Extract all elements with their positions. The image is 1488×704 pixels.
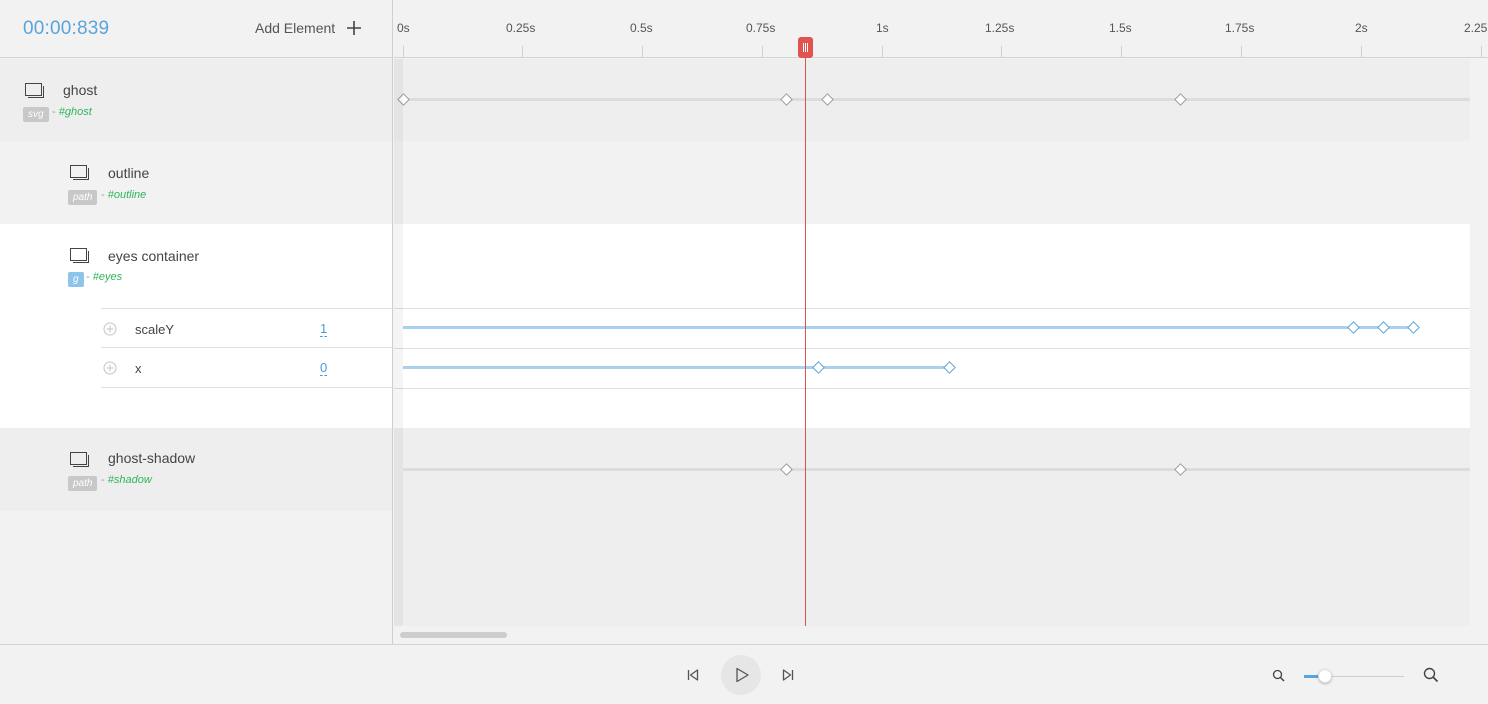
play-button[interactable]	[721, 655, 761, 695]
timeline-start-shade	[394, 59, 403, 626]
tick-label: 1.5s	[1109, 21, 1132, 35]
property-name: x	[135, 361, 142, 376]
element-selector: - #outline	[101, 189, 146, 201]
current-time-display: 00:00:839	[23, 18, 110, 39]
element-name: outline	[108, 165, 150, 181]
track-divider	[394, 388, 1470, 389]
element-panel: 00:00:839 Add Element ghost svg - #ghost…	[0, 0, 393, 644]
selector-text: #outline	[107, 189, 147, 201]
timeline-editor: 00:00:839 Add Element ghost svg - #ghost…	[0, 0, 1488, 704]
track-outline	[394, 141, 1470, 224]
time-ruler[interactable]: 0s 0.25s 0.5s 0.75s 1s 1.25s 1.5s 1.75s …	[394, 0, 1488, 58]
layer-icon	[70, 165, 89, 180]
tick-label: 1.25s	[985, 21, 1015, 35]
zoom-in-icon[interactable]	[1423, 667, 1439, 683]
ruler-tick	[1241, 46, 1242, 57]
skip-to-start-icon[interactable]	[686, 668, 700, 682]
element-selector: - #ghost	[52, 106, 92, 118]
zoom-out-icon[interactable]	[1272, 669, 1285, 682]
add-element-label[interactable]: Add Element	[255, 20, 335, 36]
keyframe[interactable]	[1174, 463, 1187, 476]
ruler-tick	[403, 46, 404, 57]
track-line	[403, 98, 1470, 101]
keyframe[interactable]	[812, 361, 825, 374]
element-tag-badge: svg	[23, 107, 49, 122]
element-name: eyes container	[108, 248, 200, 264]
property-track-scaley	[403, 326, 1413, 329]
track-ghost	[394, 59, 1470, 141]
property-track-x	[403, 366, 950, 369]
keyframe[interactable]	[821, 93, 834, 106]
tick-label: 0.5s	[630, 21, 653, 35]
element-row-ghost[interactable]: ghost svg - #ghost	[0, 59, 392, 141]
add-keyframe-icon[interactable]	[103, 361, 117, 375]
element-tag-badge: g	[68, 272, 84, 287]
separator: -	[101, 189, 105, 201]
play-icon	[736, 667, 749, 683]
horizontal-scrollbar[interactable]	[394, 626, 1488, 644]
property-value[interactable]: 0	[320, 361, 328, 376]
element-name: ghost-shadow	[108, 450, 196, 466]
skip-to-end-icon[interactable]	[781, 668, 795, 682]
keyframe[interactable]	[1407, 321, 1420, 334]
separator: -	[101, 474, 105, 486]
keyframe[interactable]	[1347, 321, 1360, 334]
keyframe[interactable]	[780, 463, 793, 476]
selector-text: #shadow	[107, 474, 152, 486]
track-line	[403, 468, 1470, 471]
separator: -	[86, 271, 90, 283]
playhead-handle[interactable]	[798, 37, 813, 58]
selector-text: #ghost	[58, 106, 92, 118]
tick-label: 2.25	[1464, 21, 1488, 35]
ruler-tick	[642, 46, 643, 57]
selector-text: #eyes	[92, 271, 123, 283]
ruler-tick	[882, 46, 883, 57]
ruler-tick	[1001, 46, 1002, 57]
ruler-tick	[1361, 46, 1362, 57]
element-row-outline[interactable]: outline path - #outline	[0, 141, 392, 224]
layer-icon	[25, 83, 44, 98]
tick-label: 0s	[397, 21, 410, 35]
playhead-line	[805, 50, 806, 626]
playback-controls	[0, 644, 1488, 704]
ruler-tick	[1121, 46, 1122, 57]
layer-icon	[70, 452, 89, 467]
panel-header: 00:00:839 Add Element	[0, 0, 392, 58]
timeline-tracks[interactable]	[394, 59, 1470, 626]
plus-icon[interactable]	[345, 19, 363, 37]
element-tag-badge: path	[68, 190, 98, 205]
tick-label: 0.25s	[506, 21, 536, 35]
element-tag-badge: path	[68, 476, 98, 491]
track-divider	[394, 308, 1470, 309]
zoom-slider-knob[interactable]	[1318, 669, 1332, 683]
track-empty	[394, 511, 1470, 626]
separator: -	[52, 106, 56, 118]
property-value[interactable]: 1	[320, 322, 328, 337]
track-ghost-shadow	[394, 428, 1470, 511]
track-eyes	[394, 224, 1470, 428]
ruler-tick	[522, 46, 523, 57]
keyframe[interactable]	[943, 361, 956, 374]
tick-label: 0.75s	[746, 21, 776, 35]
keyframe[interactable]	[1174, 93, 1187, 106]
element-row-ghost-shadow[interactable]: ghost-shadow path - #shadow	[0, 428, 392, 511]
property-row-scaley[interactable]: scaleY 1	[101, 308, 392, 348]
element-selector: - #shadow	[101, 474, 152, 486]
add-keyframe-icon[interactable]	[103, 322, 117, 336]
element-selector: - #eyes	[86, 271, 122, 283]
keyframe[interactable]	[1377, 321, 1390, 334]
ruler-tick	[762, 46, 763, 57]
tick-label: 2s	[1355, 21, 1368, 35]
element-name: ghost	[63, 82, 98, 98]
keyframe[interactable]	[780, 93, 793, 106]
property-name: scaleY	[135, 322, 175, 337]
tick-label: 1.75s	[1225, 21, 1255, 35]
track-divider	[394, 348, 1470, 349]
scrollbar-thumb[interactable]	[400, 632, 507, 638]
property-row-x[interactable]: x 0	[101, 348, 392, 388]
ruler-tick	[1481, 46, 1482, 57]
element-row-eyes[interactable]: eyes container g - #eyes scaleY 1 x 0	[0, 224, 392, 428]
tick-label: 1s	[876, 21, 889, 35]
layer-icon	[70, 248, 89, 263]
